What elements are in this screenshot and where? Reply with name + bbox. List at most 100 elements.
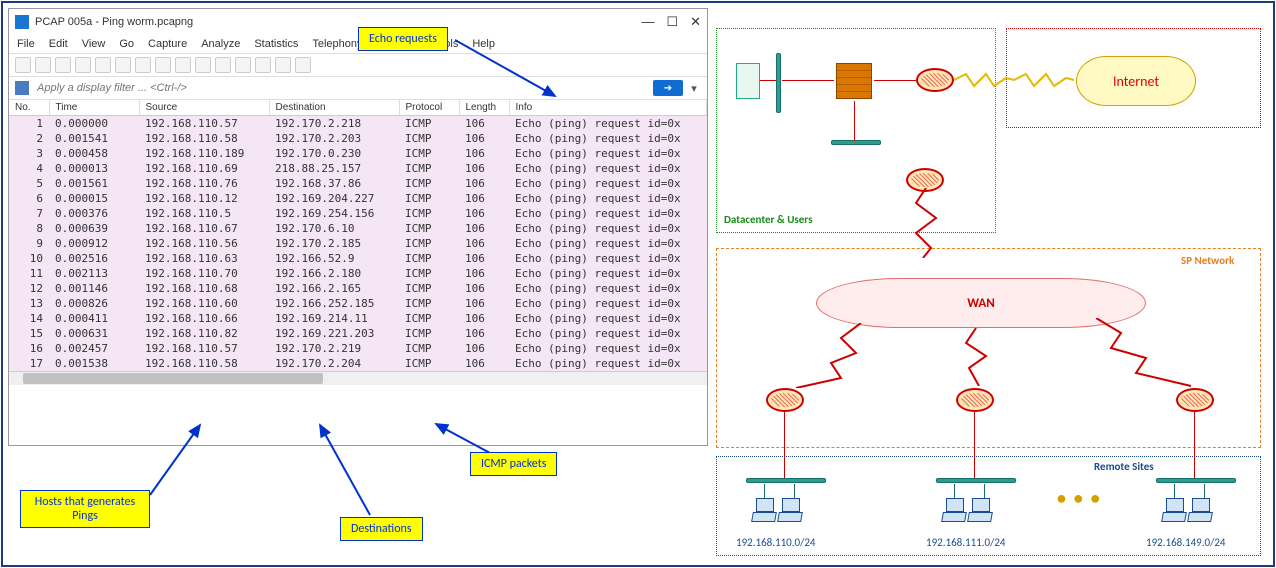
toolbar-button[interactable] bbox=[95, 57, 111, 73]
cell: ICMP bbox=[399, 266, 459, 281]
cell: 192.168.110.63 bbox=[139, 251, 269, 266]
table-row[interactable]: 60.000015192.168.110.12192.169.204.227IC… bbox=[9, 191, 707, 206]
router-icon bbox=[1176, 388, 1214, 412]
table-row[interactable]: 20.001541192.168.110.58192.170.2.203ICMP… bbox=[9, 131, 707, 146]
menu-view[interactable]: View bbox=[82, 38, 106, 50]
toolbar-button[interactable] bbox=[295, 57, 311, 73]
col-source[interactable]: Source bbox=[139, 100, 269, 116]
table-row[interactable]: 110.002113192.168.110.70192.166.2.180ICM… bbox=[9, 266, 707, 281]
zigzag-link bbox=[1096, 318, 1196, 388]
minimize-button[interactable]: — bbox=[641, 14, 654, 30]
toolbar-button[interactable] bbox=[195, 57, 211, 73]
cell: 6 bbox=[9, 191, 49, 206]
col-destination[interactable]: Destination bbox=[269, 100, 399, 116]
toolbar-button[interactable] bbox=[35, 57, 51, 73]
bookmark-icon[interactable] bbox=[15, 81, 29, 95]
table-row[interactable]: 120.001146192.168.110.68192.166.2.165ICM… bbox=[9, 281, 707, 296]
cell: 0.000411 bbox=[49, 311, 139, 326]
callout-echo-requests: Echo requests bbox=[358, 27, 448, 51]
table-row[interactable]: 130.000826192.168.110.60192.166.252.185I… bbox=[9, 296, 707, 311]
close-button[interactable]: ✕ bbox=[690, 14, 701, 30]
cell: 192.168.110.68 bbox=[139, 281, 269, 296]
subnet-label: 192.168.110.0/24 bbox=[736, 536, 815, 549]
cell: 17 bbox=[9, 356, 49, 371]
menu-edit[interactable]: Edit bbox=[49, 38, 68, 50]
cell: 192.168.110.189 bbox=[139, 146, 269, 161]
toolbar-button[interactable] bbox=[175, 57, 191, 73]
table-row[interactable]: 100.002516192.168.110.63192.166.52.9ICMP… bbox=[9, 251, 707, 266]
toolbar-button[interactable] bbox=[255, 57, 271, 73]
cell: ICMP bbox=[399, 116, 459, 132]
table-row[interactable]: 80.000639192.168.110.67192.170.6.10ICMP1… bbox=[9, 221, 707, 236]
col-time[interactable]: Time bbox=[49, 100, 139, 116]
cell: 192.168.110.58 bbox=[139, 356, 269, 371]
menu-file[interactable]: File bbox=[17, 38, 35, 50]
subnet-label: 192.168.111.0/24 bbox=[926, 536, 1005, 549]
cell: 192.168.110.82 bbox=[139, 326, 269, 341]
callout-hosts: Hosts that generates Pings bbox=[20, 490, 150, 528]
filter-add-button[interactable]: ▾ bbox=[687, 82, 701, 95]
cell: ICMP bbox=[399, 281, 459, 296]
toolbar-button[interactable] bbox=[75, 57, 91, 73]
cell: 106 bbox=[459, 236, 509, 251]
zigzag-link bbox=[1014, 72, 1074, 88]
menu-go[interactable]: Go bbox=[119, 38, 134, 50]
table-row[interactable]: 10.000000192.168.110.57192.170.2.218ICMP… bbox=[9, 116, 707, 132]
cell: 192.168.110.57 bbox=[139, 116, 269, 132]
toolbar-button[interactable] bbox=[275, 57, 291, 73]
toolbar-button[interactable] bbox=[155, 57, 171, 73]
arrow-hosts bbox=[145, 420, 225, 500]
cell: Echo (ping) request id=0x bbox=[509, 281, 707, 296]
table-row[interactable]: 90.000912192.168.110.56192.170.2.185ICMP… bbox=[9, 236, 707, 251]
table-row[interactable]: 30.000458192.168.110.189192.170.0.230ICM… bbox=[9, 146, 707, 161]
cell: 192.168.110.57 bbox=[139, 341, 269, 356]
cell: Echo (ping) request id=0x bbox=[509, 356, 707, 371]
cell: 0.000458 bbox=[49, 146, 139, 161]
cell: 192.168.110.66 bbox=[139, 311, 269, 326]
cell: 192.168.110.70 bbox=[139, 266, 269, 281]
cell: ICMP bbox=[399, 296, 459, 311]
toolbar-button[interactable] bbox=[15, 57, 31, 73]
cell: 192.166.252.185 bbox=[269, 296, 399, 311]
toolbar-button[interactable] bbox=[55, 57, 71, 73]
table-row[interactable]: 140.000411192.168.110.66192.169.214.11IC… bbox=[9, 311, 707, 326]
maximize-button[interactable]: ☐ bbox=[666, 14, 678, 30]
col-protocol[interactable]: Protocol bbox=[399, 100, 459, 116]
cell: 0.002113 bbox=[49, 266, 139, 281]
cell: 0.000376 bbox=[49, 206, 139, 221]
server-icon bbox=[736, 63, 760, 99]
toolbar-button[interactable] bbox=[135, 57, 151, 73]
table-row[interactable]: 170.001538192.168.110.58192.170.2.204ICM… bbox=[9, 356, 707, 371]
cell: 0.000631 bbox=[49, 326, 139, 341]
cell: 192.168.110.69 bbox=[139, 161, 269, 176]
toolbar bbox=[9, 54, 707, 77]
cell: 0.001146 bbox=[49, 281, 139, 296]
col-no[interactable]: No. bbox=[9, 100, 49, 116]
toolbar-button[interactable] bbox=[215, 57, 231, 73]
cell: 192.168.110.67 bbox=[139, 221, 269, 236]
toolbar-button[interactable] bbox=[235, 57, 251, 73]
table-row[interactable]: 50.001561192.168.110.76192.168.37.86ICMP… bbox=[9, 176, 707, 191]
table-row[interactable]: 70.000376192.168.110.5192.169.254.156ICM… bbox=[9, 206, 707, 221]
table-row[interactable]: 40.000013192.168.110.69218.88.25.157ICMP… bbox=[9, 161, 707, 176]
table-row[interactable]: 160.002457192.168.110.57192.170.2.219ICM… bbox=[9, 341, 707, 356]
cell: ICMP bbox=[399, 341, 459, 356]
toolbar-button[interactable] bbox=[115, 57, 131, 73]
router-icon bbox=[916, 68, 954, 92]
table-row[interactable]: 150.000631192.168.110.82192.169.221.203I… bbox=[9, 326, 707, 341]
cell: 106 bbox=[459, 341, 509, 356]
cell: 106 bbox=[459, 146, 509, 161]
horizontal-scrollbar[interactable] bbox=[9, 371, 707, 385]
menu-analyze[interactable]: Analyze bbox=[201, 38, 240, 50]
filter-apply-button[interactable]: ➔ bbox=[653, 80, 683, 96]
cell: Echo (ping) request id=0x bbox=[509, 161, 707, 176]
window-title: PCAP 005a - Ping worm.pcapng bbox=[35, 16, 641, 28]
callout-icmp: ICMP packets bbox=[470, 452, 557, 476]
cell: Echo (ping) request id=0x bbox=[509, 221, 707, 236]
cell: Echo (ping) request id=0x bbox=[509, 176, 707, 191]
menu-capture[interactable]: Capture bbox=[148, 38, 187, 50]
cell: 192.169.254.156 bbox=[269, 206, 399, 221]
menu-statistics[interactable]: Statistics bbox=[254, 38, 298, 50]
menu-telephony[interactable]: Telephony bbox=[312, 38, 362, 50]
cell: 0.000013 bbox=[49, 161, 139, 176]
